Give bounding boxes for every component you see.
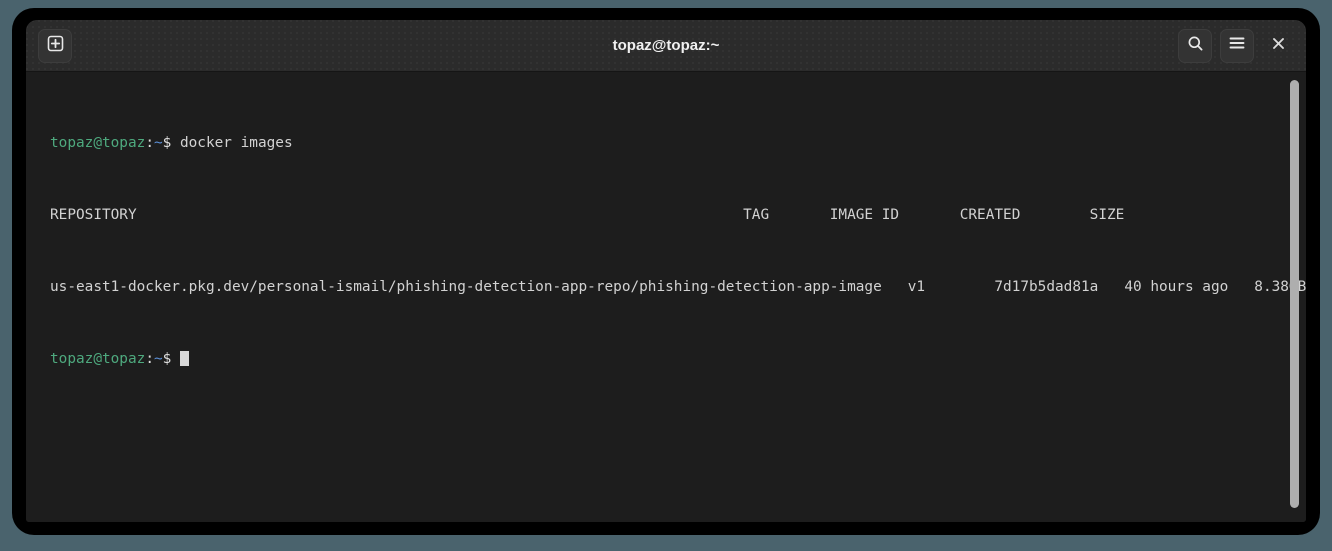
window-title: topaz@topaz:~	[612, 37, 720, 54]
terminal-line-prompt: topaz@topaz:~$	[50, 350, 1284, 368]
terminal-screen[interactable]: topaz@topaz:~$ docker images REPOSITORY …	[26, 72, 1306, 522]
desktop-background: topaz@topaz:~ topaz@topaz:~$ docker imag…	[0, 0, 1332, 551]
prompt-colon-2: :	[145, 351, 154, 367]
window-titlebar: topaz@topaz:~	[26, 20, 1306, 72]
search-icon	[1187, 35, 1204, 57]
scrollbar-thumb[interactable]	[1290, 80, 1299, 508]
table-header-row: REPOSITORY TAG IMAGE ID CREATED SIZE	[50, 207, 1125, 223]
prompt-colon: :	[145, 135, 154, 151]
new-tab-icon	[47, 35, 64, 57]
new-tab-button[interactable]	[38, 28, 72, 63]
search-button[interactable]	[1178, 28, 1212, 63]
terminal-scrollbar[interactable]	[1288, 72, 1302, 522]
hamburger-menu-icon	[1228, 35, 1246, 56]
terminal-window: topaz@topaz:~ topaz@topaz:~$ docker imag…	[26, 20, 1306, 522]
close-button[interactable]	[1262, 30, 1294, 62]
terminal-line-command: topaz@topaz:~$ docker images	[50, 134, 1284, 152]
titlebar-left-controls	[38, 28, 72, 63]
prompt-path: ~	[153, 135, 163, 151]
prompt-sigil-2: $	[162, 351, 180, 367]
prompt-user-host: topaz@topaz	[50, 135, 146, 151]
prompt-sigil: $	[162, 135, 180, 151]
text-cursor	[179, 351, 189, 366]
titlebar-right-controls	[1178, 28, 1294, 63]
terminal-output: topaz@topaz:~$ docker images REPOSITORY …	[26, 72, 1306, 522]
prompt-path-2: ~	[153, 351, 163, 367]
prompt-user-host-2: topaz@topaz	[50, 351, 146, 367]
menu-button[interactable]	[1220, 28, 1254, 63]
table-row: us-east1-docker.pkg.dev/personal-ismail/…	[50, 279, 1306, 295]
close-icon	[1271, 36, 1286, 56]
command-text: docker images	[179, 135, 293, 151]
